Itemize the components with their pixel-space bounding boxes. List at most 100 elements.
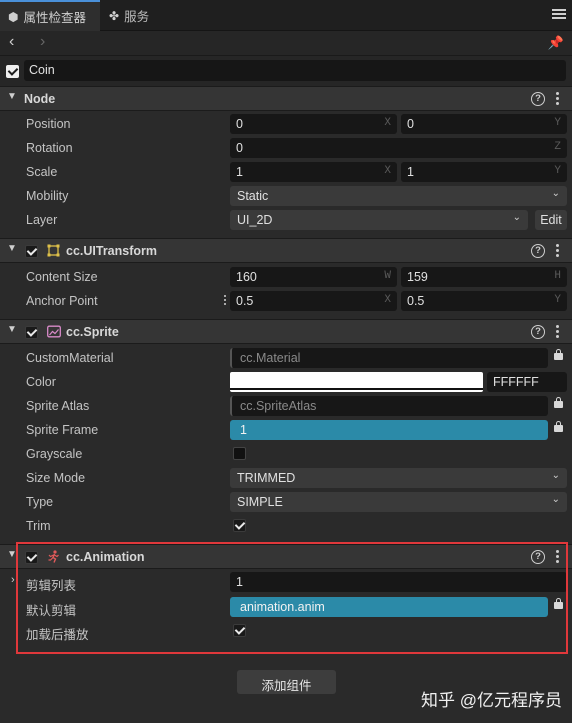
- trim-checkbox[interactable]: [233, 519, 246, 532]
- custom-material-asset-field[interactable]: cc.Material: [230, 348, 548, 368]
- layer-edit-button[interactable]: Edit: [535, 210, 567, 230]
- help-icon[interactable]: ?: [531, 325, 545, 339]
- sprite-frame-label: Sprite Frame: [26, 423, 99, 437]
- uitransform-enabled-checkbox[interactable]: [25, 245, 38, 258]
- y-axis-label: Y: [554, 117, 561, 129]
- inspector-icon: ⬢: [8, 9, 19, 24]
- more-options-icon[interactable]: [556, 91, 560, 107]
- scale-x-value: 1: [236, 165, 243, 179]
- content-size-h-input[interactable]: 159 H: [401, 267, 567, 287]
- pin-icon[interactable]: 📌: [548, 35, 564, 51]
- type-value: SIMPLE: [237, 495, 283, 509]
- z-axis-label: Z: [554, 141, 561, 153]
- tab-inspector[interactable]: ⬢ 属性检查器: [0, 0, 100, 31]
- x-axis-label: X: [384, 294, 391, 306]
- mobility-select[interactable]: Static ⌄: [230, 186, 567, 206]
- w-axis-label: W: [384, 270, 391, 282]
- position-x-input[interactable]: 0 X: [230, 114, 397, 134]
- highlight-box: [16, 542, 568, 654]
- size-mode-select[interactable]: TRIMMED ⌄: [230, 468, 567, 488]
- grayscale-checkbox[interactable]: [233, 447, 246, 460]
- prop-sprite-frame: Sprite Frame 1: [0, 418, 572, 442]
- expand-arrow-icon[interactable]: ›: [11, 574, 15, 586]
- collapse-arrow-icon[interactable]: ▼: [7, 243, 17, 254]
- back-arrow-icon[interactable]: ‹: [9, 33, 14, 51]
- drag-handle-icon[interactable]: [224, 295, 227, 307]
- content-size-label: Content Size: [26, 270, 98, 284]
- section-sprite-title: cc.Sprite: [66, 325, 119, 339]
- grayscale-label: Grayscale: [26, 447, 83, 461]
- sprite-enabled-checkbox[interactable]: [25, 326, 38, 339]
- layer-label: Layer: [26, 213, 58, 227]
- chevron-down-icon: ⌄: [551, 188, 560, 199]
- section-uitransform-header[interactable]: ▼ cc.UITransform ?: [0, 238, 572, 263]
- sprite-atlas-label: Sprite Atlas: [26, 399, 90, 413]
- scale-y-value: 1: [407, 165, 414, 179]
- custom-material-placeholder: cc.Material: [240, 351, 301, 365]
- collapse-arrow-icon[interactable]: ▼: [7, 91, 17, 102]
- node-name-row: Coin: [0, 56, 572, 86]
- uitransform-icon: [47, 244, 60, 257]
- help-icon[interactable]: ?: [531, 92, 545, 106]
- help-icon[interactable]: ?: [531, 244, 545, 258]
- anchor-x-input[interactable]: 0.5 X: [230, 291, 397, 311]
- trim-label: Trim: [26, 519, 51, 533]
- prop-layer: Layer UI_2D ⌄ Edit: [0, 208, 572, 232]
- sprite-atlas-asset-field[interactable]: cc.SpriteAtlas: [230, 396, 548, 416]
- add-component-button[interactable]: 添加组件: [237, 670, 336, 694]
- forward-arrow-icon[interactable]: ›: [40, 33, 45, 51]
- layer-select[interactable]: UI_2D ⌄: [230, 210, 528, 230]
- sprite-frame-asset-field[interactable]: 1: [230, 420, 548, 440]
- lock-icon[interactable]: [554, 421, 563, 432]
- type-select[interactable]: SIMPLE ⌄: [230, 492, 567, 512]
- color-hex-value: FFFFFF: [493, 375, 539, 389]
- sprite-frame-value: 1: [240, 423, 247, 437]
- more-options-icon[interactable]: [556, 243, 560, 259]
- prop-custom-material: CustomMaterial cc.Material: [0, 346, 572, 370]
- tab-services-label: 服务: [124, 10, 150, 24]
- color-label: Color: [26, 375, 56, 389]
- y-axis-label: Y: [554, 294, 561, 306]
- lock-icon[interactable]: [554, 397, 563, 408]
- position-x-value: 0: [236, 117, 243, 131]
- prop-sprite-atlas: Sprite Atlas cc.SpriteAtlas: [0, 394, 572, 418]
- color-hex-input[interactable]: FFFFFF: [487, 372, 567, 392]
- tab-inspector-label: 属性检查器: [23, 11, 86, 25]
- tab-bar: ⬢ 属性检查器 ✤ 服务: [0, 0, 572, 31]
- scale-y-input[interactable]: 1 Y: [401, 162, 567, 182]
- rotation-label: Rotation: [26, 141, 73, 155]
- content-size-w-input[interactable]: 160 W: [230, 267, 397, 287]
- node-active-checkbox[interactable]: [6, 65, 19, 78]
- chevron-down-icon: ⌄: [512, 212, 521, 223]
- node-name-input[interactable]: Coin: [24, 60, 566, 81]
- layer-value: UI_2D: [237, 213, 273, 227]
- chevron-down-icon: ⌄: [551, 470, 560, 481]
- position-y-value: 0: [407, 117, 414, 131]
- anchor-y-input[interactable]: 0.5 Y: [401, 291, 567, 311]
- custom-material-label: CustomMaterial: [26, 351, 114, 365]
- prop-anchor-point: Anchor Point 0.5 X 0.5 Y: [0, 289, 572, 313]
- chevron-down-icon: ⌄: [551, 494, 560, 505]
- h-axis-label: H: [554, 270, 561, 282]
- anchor-point-label: Anchor Point: [26, 294, 98, 308]
- type-label: Type: [26, 495, 54, 509]
- section-node-header[interactable]: ▼ Node ?: [0, 86, 572, 111]
- scale-x-input[interactable]: 1 X: [230, 162, 397, 182]
- tab-services[interactable]: ✤ 服务: [101, 0, 163, 31]
- anchor-y-value: 0.5: [407, 294, 425, 308]
- position-y-input[interactable]: 0 Y: [401, 114, 567, 134]
- collapse-arrow-icon[interactable]: ▼: [7, 324, 17, 335]
- anchor-x-value: 0.5: [236, 294, 254, 308]
- prop-rotation: Rotation 0 Z: [0, 136, 572, 160]
- hamburger-menu-icon[interactable]: [552, 7, 566, 21]
- y-axis-label: Y: [554, 165, 561, 177]
- lock-icon[interactable]: [554, 349, 563, 360]
- size-mode-label: Size Mode: [26, 471, 86, 485]
- prop-position: Position 0 X 0 Y: [0, 112, 572, 136]
- navigation-bar: ‹ › 📌: [0, 31, 572, 56]
- content-size-w-value: 160: [236, 270, 257, 284]
- section-sprite-header[interactable]: ▼ cc.Sprite ?: [0, 319, 572, 344]
- more-options-icon[interactable]: [556, 324, 560, 340]
- rotation-input[interactable]: 0 Z: [230, 138, 567, 158]
- section-uitransform-title: cc.UITransform: [66, 244, 158, 258]
